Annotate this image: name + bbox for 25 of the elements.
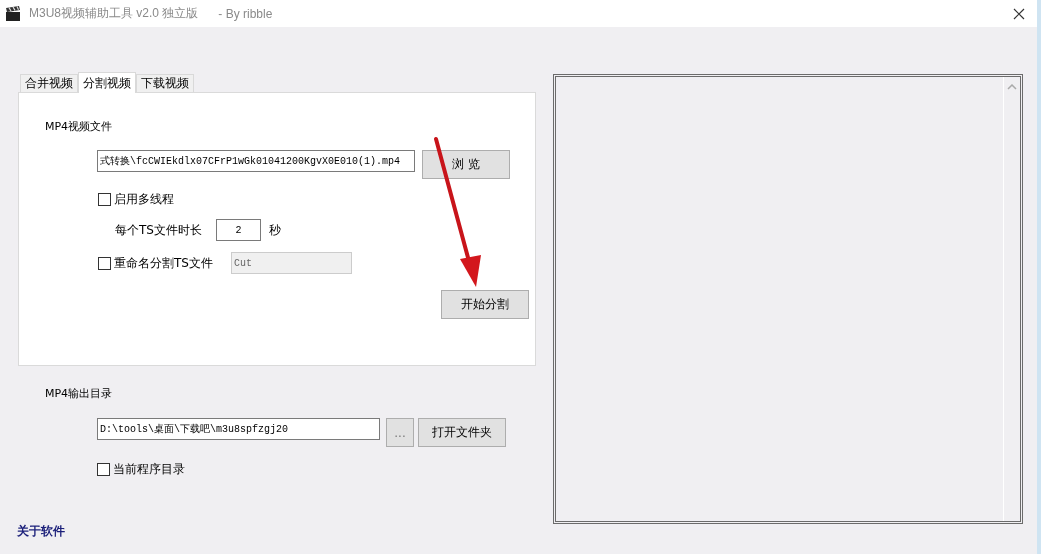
browse-button[interactable]: 浏 览 — [422, 150, 510, 179]
open-folder-button[interactable]: 打开文件夹 — [418, 418, 506, 447]
duration-field[interactable]: 2 — [215, 219, 261, 241]
output-path-field[interactable]: D:\tools\桌面\下载吧\m3u8spfzgj20 — [97, 418, 380, 440]
unit-label: 秒 — [268, 221, 281, 239]
window-title: M3U8视频辅助工具 v2.0 独立版 — [29, 5, 199, 22]
checkbox[interactable] — [97, 463, 110, 476]
start-split-button[interactable]: 开始分割 — [441, 290, 529, 319]
about-link[interactable]: 关于软件 — [17, 524, 65, 538]
checkbox-label: 重命名分割TS文件 — [114, 254, 213, 272]
section-label: MP4输出目录 — [45, 386, 114, 401]
clapperboard-icon — [5, 5, 21, 22]
section-label: MP4视频文件 — [45, 119, 114, 134]
duration-label: 每个TS文件时长 — [115, 221, 202, 239]
close-icon[interactable] — [1013, 7, 1025, 20]
checkbox-label: 启用多线程 — [114, 191, 174, 208]
checkbox-label: 当前程序目录 — [113, 461, 185, 478]
checkbox[interactable] — [98, 256, 111, 270]
window-subtitle: - By ribble — [218, 6, 273, 21]
file-path-field[interactable]: 式转换\fcCWIEkdlx07CFrP1wGk01041200KgvX0E010(1).mp4 — [97, 150, 415, 172]
tab[interactable]: 分割视频 — [78, 72, 136, 93]
browse-button[interactable]: ... — [386, 418, 414, 447]
tab[interactable]: 合并视频 — [20, 74, 78, 92]
checkbox[interactable] — [98, 193, 111, 206]
tab[interactable]: 下载视频 — [136, 74, 194, 92]
